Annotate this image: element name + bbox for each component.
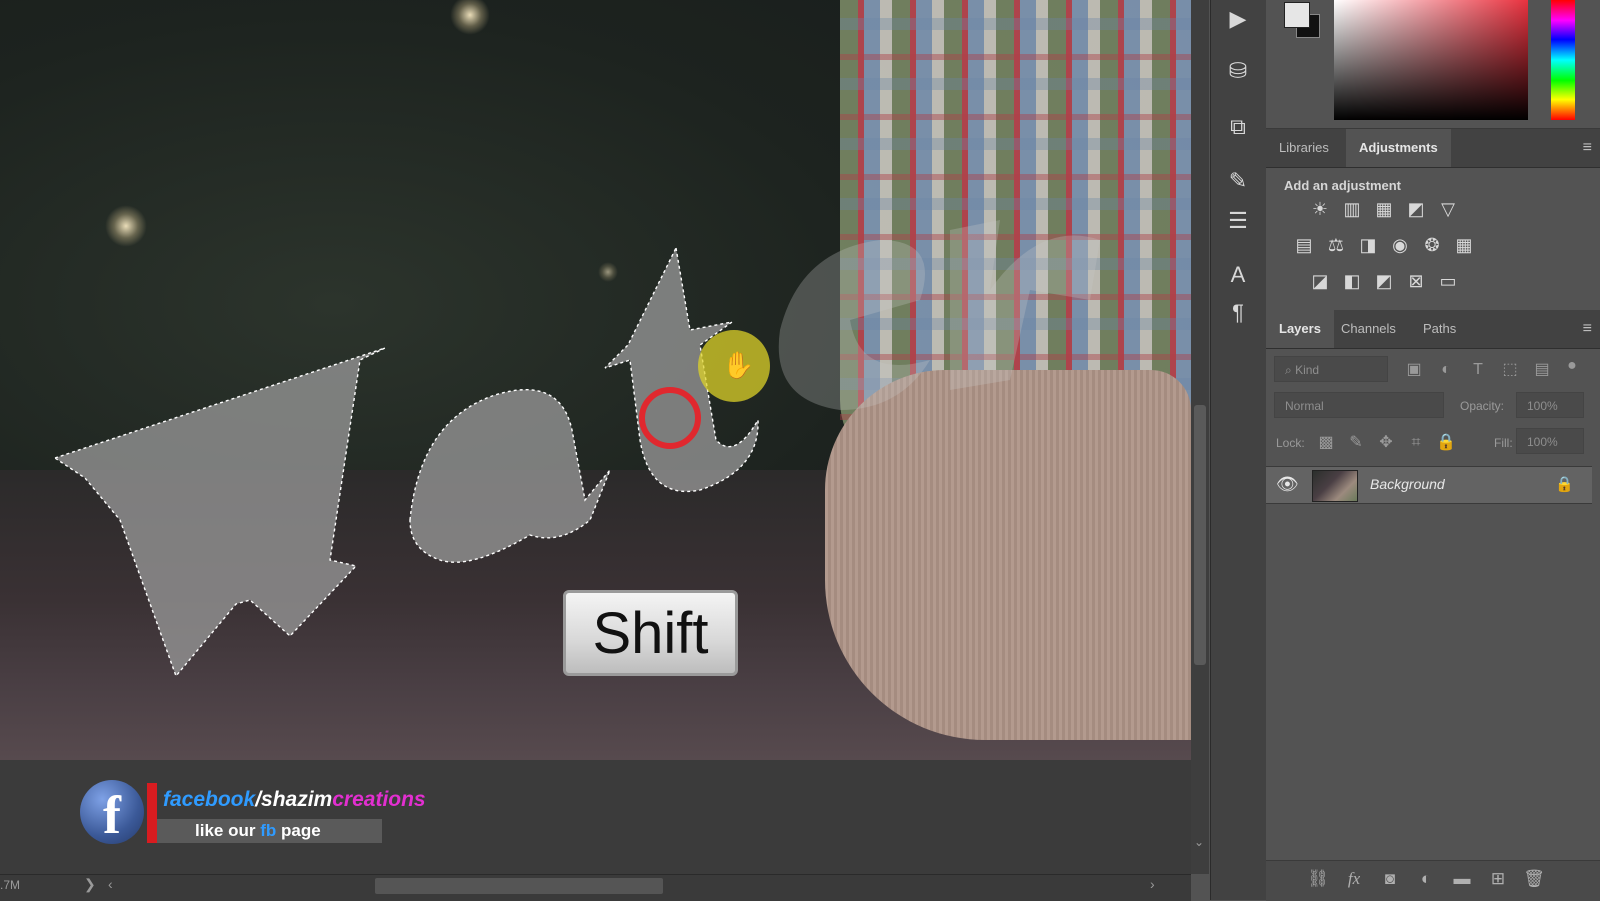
vibrance-icon[interactable]: ▽ [1436,198,1460,220]
blend-mode-select[interactable]: Normal [1274,392,1444,418]
filter-toggle-icon[interactable]: ● [1562,356,1582,376]
hue-saturation-icon[interactable]: ▤ [1292,234,1316,256]
add-mask-icon[interactable]: ◙ [1378,869,1402,889]
panel-menu-icon[interactable]: ≡ [1583,139,1592,157]
status-arrow-icon[interactable]: ❯ [84,876,96,893]
facebook-logo-icon: f [80,780,144,845]
delete-layer-icon[interactable]: 🗑 [1522,869,1546,889]
watermark-like-text: like our fb page [157,819,382,843]
layer-thumbnail [1312,470,1358,502]
filter-kind-label: Kind [1295,363,1320,377]
color-picker-field[interactable] [1334,0,1528,120]
photo-filter-icon[interactable]: ◉ [1388,234,1412,256]
lock-transparent-icon[interactable]: ▩ [1316,433,1336,453]
properties-icon[interactable]: ⛁ [1223,56,1253,86]
tab-libraries[interactable]: Libraries [1266,129,1342,167]
watermark-facebook: facebook [163,788,256,811]
add-adjustment-title: Add an adjustment [1284,178,1402,193]
layers-panel-menu-icon[interactable]: ≡ [1583,320,1592,338]
brightness-contrast-icon[interactable]: ☀ [1308,198,1332,220]
selective-color-icon[interactable]: ⊠ [1404,270,1428,292]
layers-bottom-toolbar: ⛓ fx ◙ ◐ ▬ ⊞ 🗑 [1266,860,1600,901]
foreground-color-swatch[interactable] [1284,2,1310,28]
fill-label: Fill: [1494,436,1513,450]
paragraph-icon[interactable]: ¶ [1223,298,1253,328]
black-white-icon[interactable]: ◨ [1356,234,1380,256]
color-balance-icon[interactable]: ⚖ [1324,234,1348,256]
faded-letter-r [950,220,1100,390]
sliders-icon[interactable]: ☰ [1223,206,1253,236]
tab-layers[interactable]: Layers [1266,310,1334,348]
lock-artboard-icon[interactable]: ⌗ [1406,433,1426,453]
layer-name: Background [1370,476,1445,492]
tab-channels[interactable]: Channels [1328,310,1409,348]
horizontal-scrollbar-thumb[interactable] [375,878,663,894]
color-panel [1266,0,1600,129]
tab-adjustments[interactable]: Adjustments [1346,129,1451,167]
invert-icon[interactable]: ◪ [1308,270,1332,292]
like-suffix: page [280,821,321,840]
document-canvas-area[interactable]: ✋ Shift f facebook/shazimcreations like … [0,0,1191,901]
faded-letter-e [778,240,930,410]
layer-filter-kind[interactable]: ⌕ Kind [1274,356,1388,382]
letter-w-shape [53,347,386,678]
brush-settings-icon[interactable]: ✎ [1223,166,1253,196]
watermark-facebook-text: facebook/shazimcreations [163,788,426,812]
watermark-accent-bar [147,783,157,843]
channel-mixer-icon[interactable]: ❂ [1420,234,1444,256]
hue-slider[interactable] [1551,0,1575,120]
lock-label: Lock: [1276,436,1305,450]
adjustments-tabbar: Libraries Adjustments ≡ [1266,129,1600,168]
new-adjustment-layer-icon[interactable]: ◐ [1414,869,1438,889]
vertical-scrollbar-thumb[interactable] [1194,405,1206,665]
like-prefix: like our [195,821,256,840]
new-layer-icon[interactable]: ⊞ [1486,869,1510,889]
tab-paths[interactable]: Paths [1410,310,1469,348]
filter-shape-icon[interactable]: ⬚ [1500,360,1520,380]
opacity-label: Opacity: [1460,399,1505,413]
filter-type-icon[interactable]: T [1468,360,1488,380]
color-lookup-icon[interactable]: ▦ [1452,234,1476,256]
watermark-creations: creations [332,788,426,811]
scroll-right-icon[interactable]: › [1150,876,1155,892]
lock-position-icon[interactable]: ✥ [1376,433,1396,453]
new-group-icon[interactable]: ▬ [1450,869,1474,889]
curves-icon[interactable]: ▦ [1372,198,1396,220]
layer-lock-icon: 🔒 [1555,476,1574,493]
filter-smart-object-icon[interactable]: ▤ [1532,360,1552,380]
play-icon[interactable]: ▶ [1223,4,1253,34]
filter-pixel-icon[interactable]: ▣ [1404,360,1424,380]
faded-letters [778,220,1100,410]
levels-icon[interactable]: ▥ [1340,198,1364,220]
scroll-down-icon[interactable]: ⌄ [1194,835,1204,849]
vertical-scrollbar[interactable]: ⌄ [1191,0,1209,874]
hand-cursor-icon: ✋ [722,350,755,380]
gradient-map-icon[interactable]: ▭ [1436,270,1460,292]
layer-row-background[interactable]: 👁 Background 🔒 [1266,466,1592,504]
opacity-input[interactable]: 100% [1516,392,1584,418]
search-icon: ⌕ [1285,363,1296,377]
lock-image-icon[interactable]: ✎ [1346,433,1366,453]
watermark-slash: /shazim [255,788,333,811]
clone-source-icon[interactable]: ⧉ [1223,112,1253,142]
threshold-icon[interactable]: ◩ [1372,270,1396,292]
lock-all-icon[interactable]: 🔒 [1436,433,1456,453]
fill-input[interactable]: 100% [1516,428,1584,454]
link-layers-icon[interactable]: ⛓ [1306,869,1330,889]
like-fb: fb [260,821,277,840]
posterize-icon[interactable]: ◧ [1340,270,1364,292]
layers-tabbar: Layers Channels Paths ≡ [1266,310,1600,349]
right-panels: Libraries Adjustments ≡ Add an adjustmen… [1266,0,1600,901]
scroll-left-icon[interactable]: ‹ [108,876,113,892]
letter-a-shape [409,388,611,563]
character-icon[interactable]: A [1223,260,1253,290]
shift-key-overlay: Shift [563,590,738,676]
doc-size-readout: .7M [0,878,21,892]
panel-icon-strip: ▶ ⛁ ⧉ ✎ ☰ A ¶ [1210,0,1267,900]
layer-style-icon[interactable]: fx [1342,869,1366,889]
exposure-icon[interactable]: ◩ [1404,198,1428,220]
visibility-eye-icon[interactable]: 👁 [1276,474,1299,495]
filter-adjustment-icon[interactable]: ◐ [1436,360,1456,380]
